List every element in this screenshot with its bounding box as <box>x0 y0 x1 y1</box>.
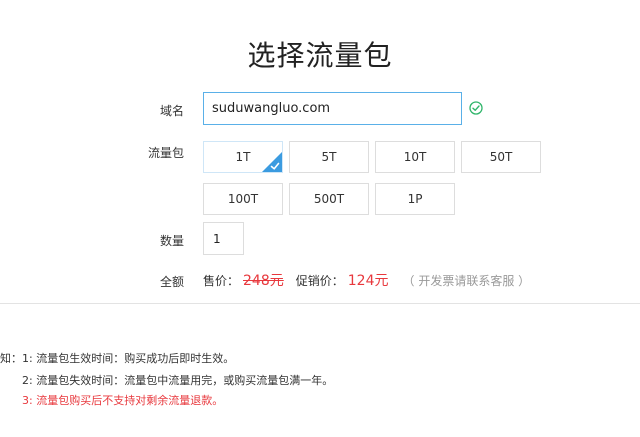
domain-input[interactable] <box>203 92 462 125</box>
package-option-5t[interactable]: 5T <box>289 141 369 173</box>
amount-label: 全额 <box>159 275 184 289</box>
original-price: 248元 <box>243 273 284 289</box>
sale-price-label: 售价： <box>203 274 240 288</box>
package-option-label: 5T <box>321 150 337 164</box>
divider <box>0 303 640 304</box>
package-option-label: 1P <box>407 192 423 206</box>
promo-price-label: 促销价： <box>295 274 344 288</box>
quantity-label: 数量 <box>159 234 184 248</box>
promo-price: 124元 <box>347 273 389 289</box>
package-option-1p[interactable]: 1P <box>375 183 455 215</box>
package-option-label: 1T <box>235 150 251 164</box>
package-option-10t[interactable]: 10T <box>375 141 455 173</box>
package-option-500t[interactable]: 500T <box>289 183 369 215</box>
notice-line-2: 2: 流量包失效时间：流量包中流量用完，或购买流量包满一年。 <box>22 374 334 387</box>
notice-line-1: 知：1: 流量包生效时间：购买成功后即时生效。 <box>0 352 235 365</box>
domain-label: 域名 <box>159 104 184 118</box>
package-option-label: 50T <box>489 150 513 164</box>
invoice-note: （ 开发票请联系客服 ） <box>402 274 531 288</box>
price-row: 售价： 248元 促销价： 124元 （ 开发票请联系客服 ） <box>203 270 530 290</box>
package-option-1t[interactable]: 1T <box>203 141 283 173</box>
check-corner-icon <box>262 152 282 172</box>
package-option-label: 100T <box>227 192 259 206</box>
package-option-label: 500T <box>313 192 345 206</box>
check-circle-icon <box>469 101 483 115</box>
quantity-input[interactable] <box>203 222 244 255</box>
notice-line-3: 3: 流量包购买后不支持对剩余流量退款。 <box>22 394 224 407</box>
page-title: 选择流量包 <box>247 39 393 72</box>
package-option-100t[interactable]: 100T <box>203 183 283 215</box>
package-option-label: 10T <box>403 150 427 164</box>
package-label: 流量包 <box>147 146 184 160</box>
package-option-50t[interactable]: 50T <box>461 141 541 173</box>
